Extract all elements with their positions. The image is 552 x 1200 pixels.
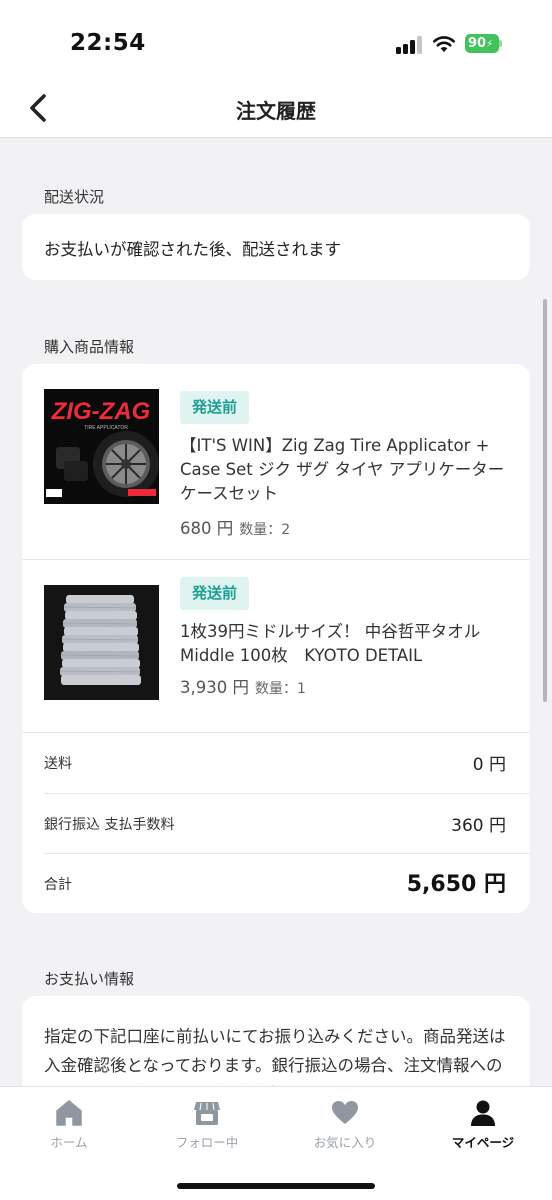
product-quantity: 数量：1	[254, 681, 306, 697]
purchased-items-card: ZIG-ZAG TIRE APPLICATOR 発送前 【IT'S WIN】Zi…	[22, 364, 530, 913]
towel-stack-image	[44, 585, 159, 700]
shipping-status-label: 配送状況	[44, 188, 105, 206]
tab-label: ホーム	[50, 1135, 88, 1150]
scrollbar[interactable]	[543, 299, 547, 702]
product-price-row: 680 円数量：2	[180, 515, 290, 539]
bank-transfer-fee-label: 銀行振込 支払手数料	[44, 817, 175, 833]
home-icon	[56, 1100, 82, 1126]
product-quantity: 数量：2	[239, 522, 291, 538]
battery-icon: 90⚡	[465, 34, 502, 53]
status-badge: 発送前	[180, 391, 250, 424]
payment-instructions: 指定の下記口座に前払いにてお振り込みください。商品発送は入金確認後となっておりま…	[44, 1027, 506, 1086]
shipping-fee-label: 送料	[44, 756, 72, 772]
tab-label: フォロー中	[175, 1135, 239, 1150]
status-badge: 発送前	[180, 577, 250, 610]
bank-transfer-fee-row: 銀行振込 支払手数料 360 円	[22, 794, 530, 854]
total-row: 合計 5,650 円	[22, 854, 530, 913]
bank-transfer-fee-value: 360 円	[451, 816, 506, 836]
total-value: 5,650 円	[406, 872, 506, 897]
product-price-row: 3,930 円数量：1	[180, 674, 306, 698]
product-name[interactable]: 1枚39円ミドルサイズ！ 中谷哲平タオル Middle 100枚 KYOTO D…	[180, 620, 510, 668]
person-icon	[471, 1100, 495, 1126]
shipping-fee-value: 0 円	[472, 755, 506, 775]
tab-label: マイページ	[451, 1135, 515, 1150]
store-icon	[194, 1102, 220, 1125]
order-history-content[interactable]: 配送状況 お支払いが確認された後、配送されます 購入商品情報 ZIG-ZAG T…	[0, 139, 552, 1086]
tire-applicator-image: ZIG-ZAG TIRE APPLICATOR	[44, 389, 159, 504]
product-price: 680 円	[180, 519, 234, 538]
wifi-icon	[433, 36, 455, 52]
home-indicator	[177, 1183, 375, 1189]
purchased-items-label: 購入商品情報	[44, 338, 135, 356]
product-image-zigzag[interactable]: ZIG-ZAG TIRE APPLICATOR	[44, 389, 159, 504]
total-label: 合計	[44, 877, 72, 893]
shipping-status-message: お支払いが確認された後、配送されます	[44, 240, 341, 259]
product-logo-subtext: TIRE APPLICATOR	[84, 425, 128, 431]
heart-icon	[332, 1101, 358, 1124]
status-time: 22:54	[70, 30, 146, 56]
shipping-status-card: お支払いが確認された後、配送されます	[22, 214, 530, 280]
payment-info-card: 指定の下記口座に前払いにてお振り込みください。商品発送は入金確認後となっておりま…	[22, 996, 530, 1086]
tab-favorites[interactable]: お気に入り	[276, 1087, 414, 1167]
tab-following[interactable]: フォロー中	[138, 1087, 276, 1167]
product-price: 3,930 円	[180, 678, 249, 697]
nav-bar: 注文履歴	[0, 80, 552, 138]
payment-info-label: お支払い情報	[44, 970, 135, 988]
product-image-towels[interactable]	[44, 585, 159, 700]
status-bar: 22:54 90⚡	[0, 0, 552, 80]
product-item[interactable]: ZIG-ZAG TIRE APPLICATOR 発送前 【IT'S WIN】Zi…	[22, 364, 530, 559]
tab-label: お気に入り	[313, 1135, 377, 1150]
product-item[interactable]: 発送前 1枚39円ミドルサイズ！ 中谷哲平タオル Middle 100枚 KYO…	[22, 560, 530, 732]
tab-home[interactable]: ホーム	[0, 1087, 138, 1167]
battery-level: 90	[468, 36, 487, 51]
shipping-fee-row: 送料 0 円	[22, 733, 530, 793]
product-logo-text: ZIG-ZAG	[51, 398, 151, 425]
product-name[interactable]: 【IT'S WIN】Zig Zag Tire Applicator + Case…	[180, 434, 510, 506]
page-title: 注文履歴	[236, 99, 316, 123]
cellular-signal-icon	[396, 36, 422, 54]
tab-mypage[interactable]: マイページ	[414, 1087, 552, 1167]
tab-bar: ホーム フォロー中 お気に入り マイページ	[0, 1086, 552, 1200]
